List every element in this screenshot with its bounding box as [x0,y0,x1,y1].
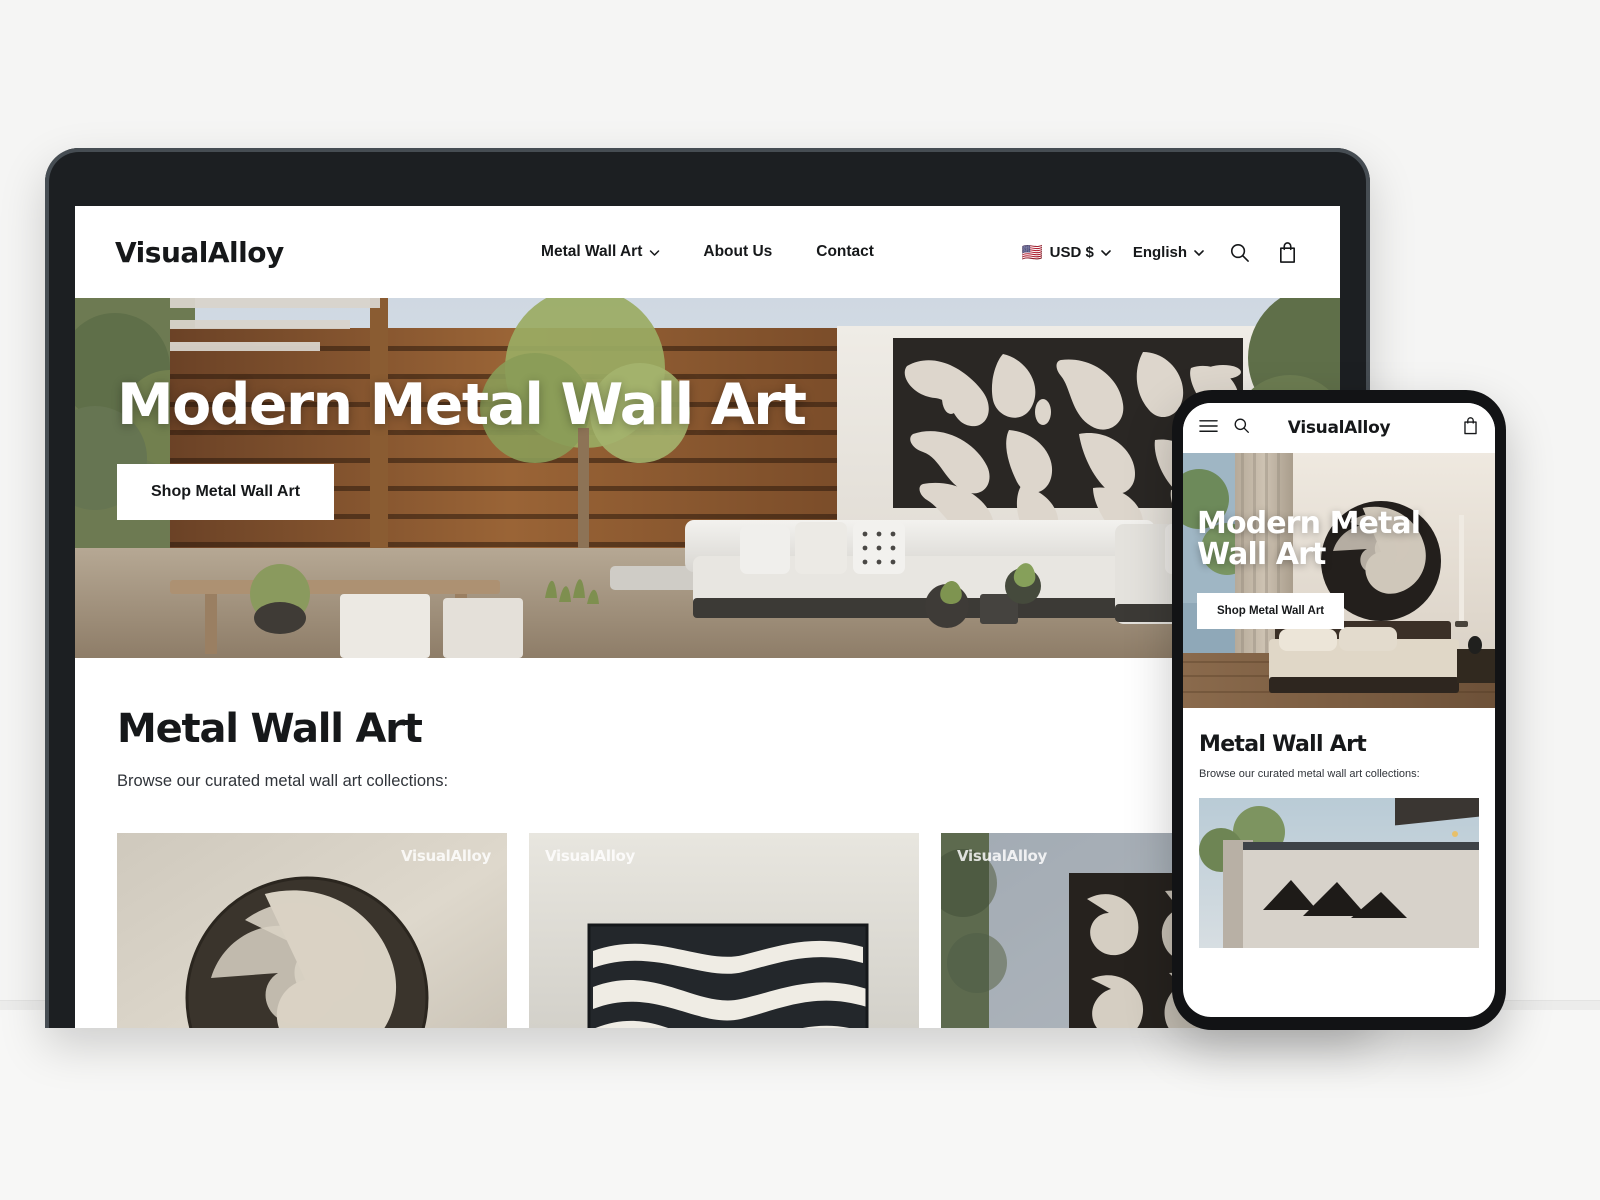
nav-item-contact[interactable]: Contact [816,243,874,261]
mobile-section-title: Metal Wall Art [1199,732,1367,757]
mobile-collection-section: Metal Wall Art Browse our curated metal … [1183,708,1495,948]
search-icon[interactable] [1226,239,1252,265]
shopping-bag-icon[interactable] [1462,416,1479,440]
nav-item-about-us[interactable]: About Us [703,243,772,261]
section-title: Metal Wall Art [117,706,423,752]
image-watermark: VisualAlloy [545,847,636,865]
surface-area [0,1010,1600,1200]
collection-card[interactable]: VisualAlloy [529,833,919,1028]
chevron-down-icon [1101,250,1111,256]
currency-label: USD $ [1049,243,1094,261]
site-header: VisualAlloy Metal Wall Art About Us Cont… [75,206,1340,298]
site-logo[interactable]: VisualAlloy [115,236,284,269]
tablet-screen: VisualAlloy Metal Wall Art About Us Cont… [75,206,1340,1028]
mobile-header: VisualAlloy [1183,403,1495,453]
chevron-down-icon [1194,250,1204,256]
language-label: English [1132,243,1187,261]
mobile-section-subtitle: Browse our curated metal wall art collec… [1199,768,1420,780]
chevron-down-icon [649,250,660,256]
nav-label: About Us [703,243,773,260]
nav-item-metal-wall-art[interactable]: Metal Wall Art [541,243,660,261]
collection-section: Metal Wall Art Browse our curated metal … [75,658,1340,1028]
nav-label: Contact [816,243,874,260]
collection-card[interactable]: VisualAlloy [117,833,507,1028]
hero-title: Modern Metal Wall Art [117,372,807,438]
search-icon[interactable] [1233,417,1250,439]
shopping-bag-icon[interactable] [1274,239,1300,265]
mobile-header-icons [1199,417,1250,439]
mobile-hero-content: Modern Metal Wall Art Shop Metal Wall Ar… [1197,506,1481,629]
us-flag-icon: 🇺🇸 [1021,242,1043,262]
image-watermark: VisualAlloy [957,847,1048,865]
main-navigation: Metal Wall Art About Us Contact [541,243,874,261]
header-utilities: 🇺🇸 USD $ English [1021,239,1300,265]
mobile-hero-title: Modern Metal Wall Art [1197,506,1421,572]
mobile-hero-cta-button[interactable]: Shop Metal Wall Art [1197,592,1345,629]
hero-cta-button[interactable]: Shop Metal Wall Art [117,464,335,521]
hamburger-menu-icon[interactable] [1199,419,1218,438]
mobile-logo[interactable]: VisualAlloy [1288,418,1391,438]
hero-content: Modern Metal Wall Art Shop Metal Wall Ar… [117,372,807,521]
mobile-hero-banner: Modern Metal Wall Art Shop Metal Wall Ar… [1183,453,1495,708]
collection-card-grid: VisualAlloy VisualAlloy VisualAlloy [117,833,1331,1028]
section-subtitle: Browse our curated metal wall art collec… [117,772,449,790]
language-selector[interactable]: English [1133,244,1204,261]
mobile-collection-card[interactable] [1199,798,1479,948]
nav-label: Metal Wall Art [541,243,643,260]
image-watermark: VisualAlloy [400,847,491,865]
currency-selector[interactable]: 🇺🇸 USD $ [1021,242,1111,262]
phone-screen: VisualAlloy Modern Metal Wall Art Shop M… [1183,403,1495,1017]
hero-banner: Modern Metal Wall Art Shop Metal Wall Ar… [75,298,1340,658]
phone-device-mockup: VisualAlloy Modern Metal Wall Art Shop M… [1172,390,1506,1030]
